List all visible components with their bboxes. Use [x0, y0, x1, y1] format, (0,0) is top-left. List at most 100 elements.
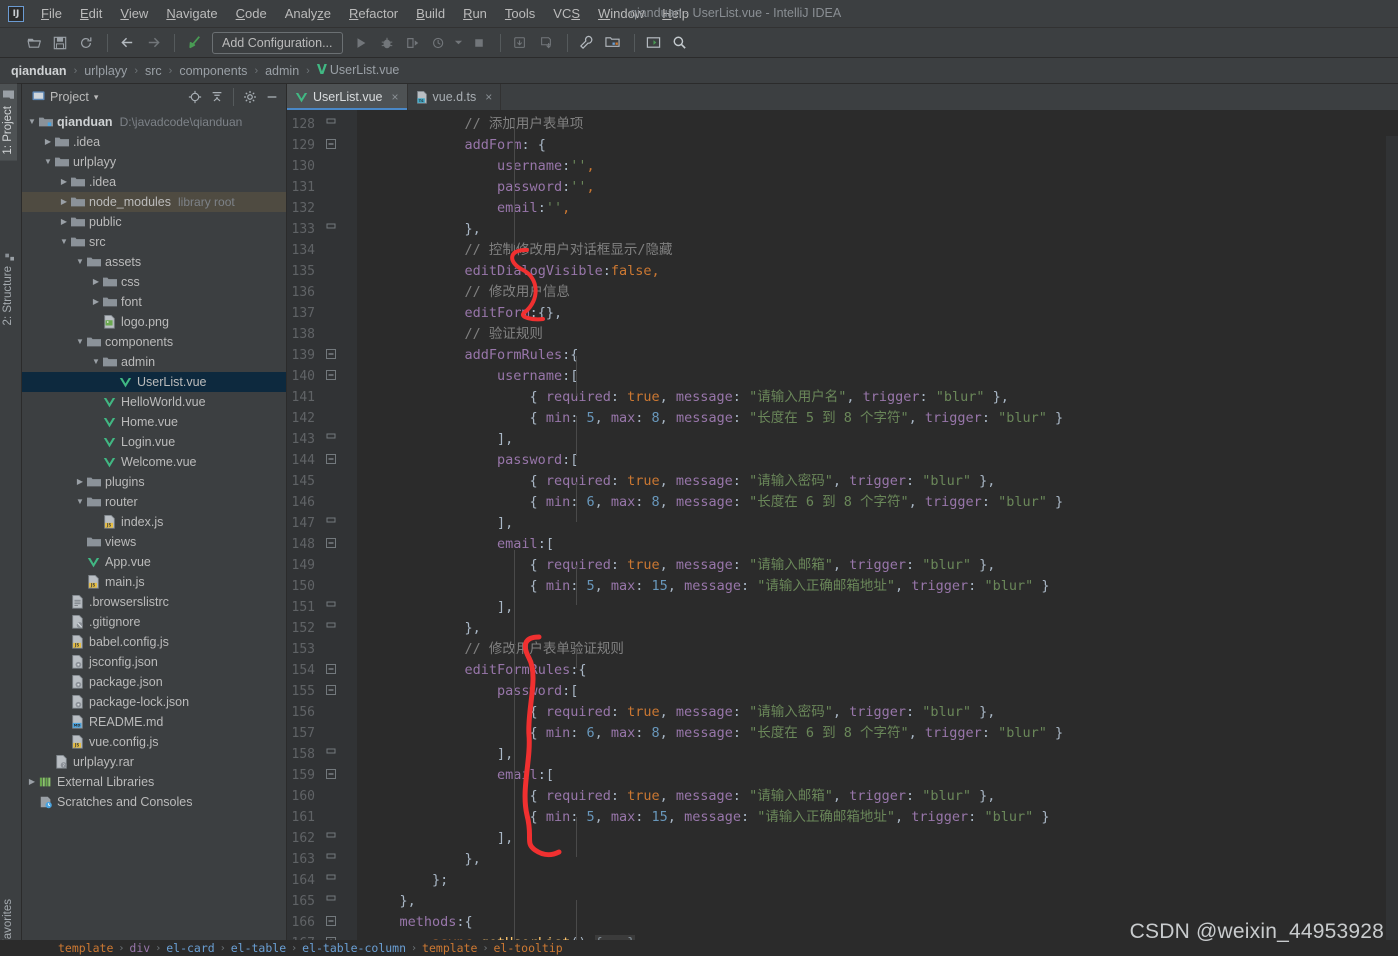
tree-node-plugins[interactable]: ▶ plugins	[22, 472, 286, 492]
fold-collapse-icon[interactable]	[321, 601, 341, 614]
fold-collapse-icon[interactable]	[321, 769, 341, 782]
gutter-line[interactable]: 165	[287, 891, 357, 912]
fold-collapse-icon[interactable]	[321, 370, 341, 383]
fold-collapse-icon[interactable]	[321, 895, 341, 908]
code-line[interactable]: addFormRules:{	[357, 345, 1398, 366]
gutter-line[interactable]: 128	[287, 114, 357, 135]
tree-node-logo-png[interactable]: logo.png	[22, 312, 286, 332]
breadcrumb-item-src[interactable]: src	[142, 62, 165, 80]
chevron-down-icon[interactable]: ▼	[58, 238, 70, 246]
tree-node-main-js[interactable]: JS main.js	[22, 572, 286, 592]
structure-breadcrumb-item-el-tooltip[interactable]: el-tooltip	[493, 941, 562, 955]
menu-item-edit[interactable]: Edit	[71, 2, 111, 25]
gutter-line[interactable]: 146	[287, 492, 357, 513]
save-icon[interactable]	[48, 32, 72, 54]
menu-item-tools[interactable]: Tools	[496, 2, 544, 25]
gutter-line[interactable]: 144	[287, 450, 357, 471]
gutter-line[interactable]: 150	[287, 576, 357, 597]
open-folder-icon[interactable]	[22, 32, 46, 54]
code-line[interactable]: // 修改用户信息	[357, 282, 1398, 303]
fold-collapse-icon[interactable]	[321, 118, 341, 131]
gutter-line[interactable]: 154	[287, 660, 357, 681]
tree-node-helloworld-vue[interactable]: HelloWorld.vue	[22, 392, 286, 412]
close-icon[interactable]: ×	[485, 90, 492, 104]
code-line[interactable]: { min: 5, max: 8, message: "长度在 5 到 8 个字…	[357, 408, 1398, 429]
chevron-right-icon[interactable]: ▶	[58, 218, 70, 226]
structure-breadcrumb-item-template[interactable]: template	[422, 941, 477, 955]
settings-wrench-icon[interactable]	[575, 32, 599, 54]
tree-node-urlplayy-rar[interactable]: ? urlplayy.rar	[22, 752, 286, 772]
fold-collapse-icon[interactable]	[321, 538, 341, 551]
debug-icon[interactable]	[375, 32, 399, 54]
tree-node--browserslistrc[interactable]: .browserslistrc	[22, 592, 286, 612]
chevron-down-icon[interactable]: ▼	[26, 118, 38, 126]
gutter-line[interactable]: 147	[287, 513, 357, 534]
tree-node-login-vue[interactable]: Login.vue	[22, 432, 286, 452]
chevron-right-icon[interactable]: ▶	[58, 198, 70, 206]
chevron-right-icon[interactable]: ▶	[58, 178, 70, 186]
breadcrumb-item-userlist-vue[interactable]: V UserList.vue	[314, 61, 403, 80]
fold-collapse-icon[interactable]	[321, 853, 341, 866]
fold-collapse-icon[interactable]	[321, 139, 341, 152]
gutter-line[interactable]: 142	[287, 408, 357, 429]
menu-item-file[interactable]: File	[32, 2, 71, 25]
structure-breadcrumb-item-el-card[interactable]: el-card	[166, 941, 214, 955]
structure-breadcrumb-item-template[interactable]: template	[58, 941, 113, 955]
profile-icon[interactable]	[427, 32, 451, 54]
fold-collapse-icon[interactable]	[321, 748, 341, 761]
gutter-line[interactable]: 162	[287, 828, 357, 849]
gutter-line[interactable]: 139	[287, 345, 357, 366]
fold-collapse-icon[interactable]	[321, 916, 341, 929]
tree-node-package-json[interactable]: package.json	[22, 672, 286, 692]
fold-collapse-icon[interactable]	[321, 433, 341, 446]
line-number-gutter[interactable]: 128 129 130 131 132 133 134 135 136 137 138 139 140 1…	[287, 110, 357, 956]
tree-node-vue-config-js[interactable]: JS vue.config.js	[22, 732, 286, 752]
gutter-line[interactable]: 136	[287, 282, 357, 303]
tree-node--idea[interactable]: ▶ .idea	[22, 172, 286, 192]
sync-icon[interactable]	[74, 32, 98, 54]
gutter-line[interactable]: 137	[287, 303, 357, 324]
code-line[interactable]: ],	[357, 513, 1398, 534]
menu-item-analyze[interactable]: Analyze	[276, 2, 340, 25]
tree-node-font[interactable]: ▶ font	[22, 292, 286, 312]
tree-node-home-vue[interactable]: Home.vue	[22, 412, 286, 432]
settings-gear-icon[interactable]	[240, 87, 260, 107]
code-line[interactable]: { min: 6, max: 8, message: "长度在 6 到 8 个字…	[357, 492, 1398, 513]
tree-node-scratches-and-consoles[interactable]: Scratches and Consoles	[22, 792, 286, 812]
gutter-line[interactable]: 132	[287, 198, 357, 219]
code-line[interactable]: username:[	[357, 366, 1398, 387]
tree-node-css[interactable]: ▶ css	[22, 272, 286, 292]
tree-node-views[interactable]: views	[22, 532, 286, 552]
chevron-right-icon[interactable]: ▶	[26, 778, 38, 786]
project-structure-icon[interactable]	[601, 32, 625, 54]
project-panel-title[interactable]: Project ▾	[32, 89, 98, 105]
run-coverage-icon[interactable]	[401, 32, 425, 54]
tree-node-assets[interactable]: ▼ assets	[22, 252, 286, 272]
breadcrumb-item-components[interactable]: components	[176, 62, 250, 80]
chevron-down-icon[interactable]: ▾	[94, 92, 99, 103]
gutter-line[interactable]: 149	[287, 555, 357, 576]
run-configuration-selector[interactable]: Add Configuration...	[212, 31, 343, 54]
tree-node-admin[interactable]: ▼ admin	[22, 352, 286, 372]
gutter-line[interactable]: 130	[287, 156, 357, 177]
tree-node-node-modules[interactable]: ▶ node_modules library root	[22, 192, 286, 212]
menu-item-view[interactable]: View	[111, 2, 157, 25]
run-icon[interactable]	[349, 32, 373, 54]
gutter-line[interactable]: 158	[287, 744, 357, 765]
tree-node-app-vue[interactable]: App.vue	[22, 552, 286, 572]
locate-target-icon[interactable]	[185, 87, 205, 107]
gutter-line[interactable]: 140	[287, 366, 357, 387]
code-line[interactable]: ],	[357, 429, 1398, 450]
chevron-right-icon[interactable]: ▶	[90, 278, 102, 286]
structure-breadcrumb-item-el-table-column[interactable]: el-table-column	[302, 941, 406, 955]
tree-node--gitignore[interactable]: .gitignore	[22, 612, 286, 632]
fold-collapse-icon[interactable]	[321, 517, 341, 530]
editor-scrollbar[interactable]	[1386, 136, 1398, 956]
tree-node-welcome-vue[interactable]: Welcome.vue	[22, 452, 286, 472]
gutter-line[interactable]: 163	[287, 849, 357, 870]
chevron-down-icon[interactable]: ▼	[74, 258, 86, 266]
tree-node-index-js[interactable]: JS index.js	[22, 512, 286, 532]
tree-node-src[interactable]: ▼ src	[22, 232, 286, 252]
chevron-right-icon[interactable]: ▶	[74, 478, 86, 486]
revert-icon[interactable]	[182, 32, 206, 54]
